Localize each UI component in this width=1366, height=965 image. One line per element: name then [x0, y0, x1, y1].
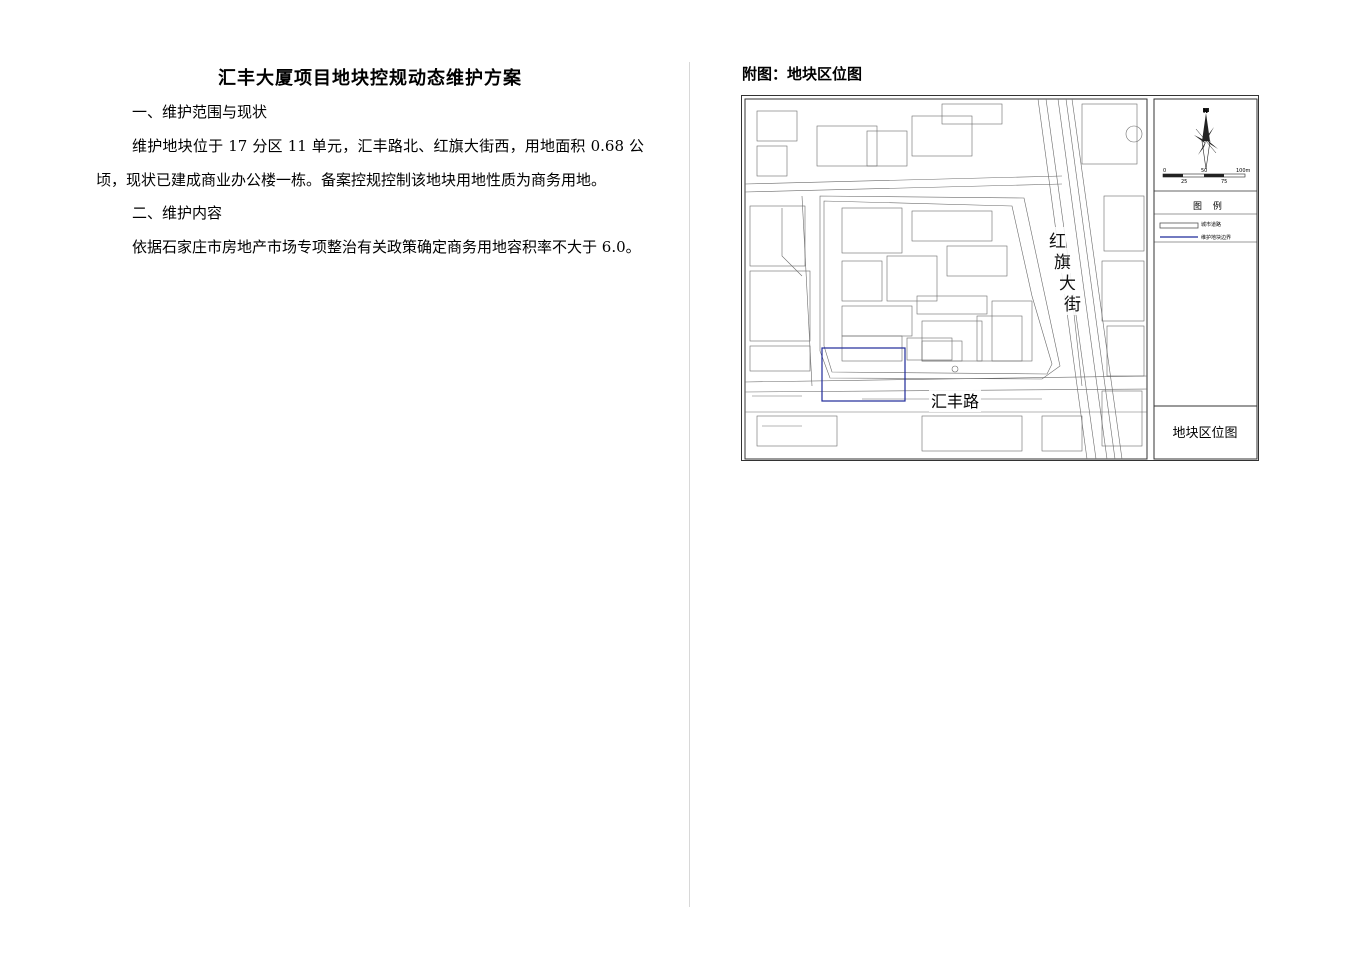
- plot-boundary: [821, 347, 906, 402]
- section1-heading: 一、维护范围与现状: [132, 103, 268, 121]
- road-label: 汇丰路: [929, 388, 982, 412]
- scale-label-100: 100m: [1236, 168, 1251, 174]
- scale-label-50: 50: [1201, 168, 1208, 174]
- north-arrow-icon: [1194, 113, 1218, 170]
- scale-label-25: 25: [1181, 179, 1188, 185]
- legend-label-road: 城市道路: [1201, 222, 1222, 228]
- legend-label-boundary: 维护地块边界: [1201, 235, 1232, 241]
- legend-title: 图 例: [1193, 202, 1226, 212]
- document-body: 汇丰大厦项目地块控规动态维护方案 一、维护范围与现状 维护地块位于 17 分区 …: [96, 60, 644, 264]
- street-label-char-4: 街: [1064, 290, 1081, 315]
- page-divider: [689, 62, 690, 907]
- section1-body: 维护地块位于 17 分区 11 单元，汇丰路北、红旗大街西，用地面积 0.68 …: [96, 137, 644, 189]
- north-label: N: [1203, 108, 1209, 115]
- section2-heading: 二、维护内容: [132, 204, 223, 222]
- map-caption: 附图：地块区位图: [742, 65, 863, 83]
- map-panel-caption: 地块区位图: [1172, 426, 1238, 441]
- section2-body: 依据石家庄市房地产市场专项整治有关政策确定商务用地容积率不大于 6.0。: [132, 238, 641, 256]
- legend-swatch-road: [1159, 222, 1199, 229]
- document-title: 汇丰大厦项目地块控规动态维护方案: [218, 68, 522, 89]
- scale-label-0: 0: [1163, 168, 1167, 174]
- scale-bar: [1162, 173, 1246, 178]
- scale-label-75: 75: [1221, 179, 1228, 185]
